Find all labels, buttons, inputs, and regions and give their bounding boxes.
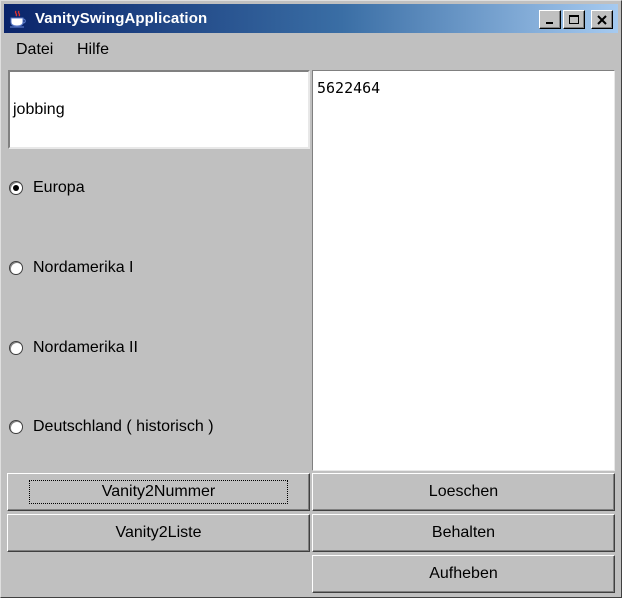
radio-deutschland-historisch[interactable]: Deutschland ( historisch )	[9, 416, 214, 438]
maximize-button[interactable]	[563, 10, 585, 29]
button-label: Vanity2Liste	[115, 524, 202, 541]
radio-nordamerika-1[interactable]: Nordamerika I	[9, 257, 133, 279]
radio-unchecked-icon	[9, 341, 23, 355]
radio-label: Nordamerika I	[33, 259, 134, 276]
radio-label: Europa	[33, 179, 85, 196]
vanity-input-field[interactable]: jobbing	[8, 70, 310, 149]
vanity-input-value: jobbing	[13, 101, 65, 118]
menu-datei[interactable]: Datei	[16, 41, 53, 59]
result-text-area[interactable]: 5622464	[312, 70, 615, 471]
menu-bar: Datei Hilfe	[4, 36, 618, 66]
button-label: Behalten	[431, 524, 496, 541]
result-text: 5622464	[317, 79, 381, 97]
button-label: Vanity2Nummer	[28, 480, 289, 504]
radio-checked-icon	[9, 181, 23, 195]
radio-label: Deutschland ( historisch )	[33, 418, 214, 435]
aufheben-button[interactable]: Aufheben	[312, 555, 615, 593]
vanity2nummer-button[interactable]: Vanity2Nummer	[7, 473, 310, 511]
button-label: Aufheben	[429, 565, 498, 582]
radio-unchecked-icon	[9, 420, 23, 434]
close-button[interactable]	[591, 10, 613, 29]
radio-nordamerika-2[interactable]: Nordamerika II	[9, 337, 138, 359]
title-bar[interactable]: VanitySwingApplication	[4, 4, 618, 33]
minimize-icon	[544, 14, 556, 26]
close-icon	[596, 14, 608, 26]
button-label: Loeschen	[428, 483, 499, 500]
maximize-icon	[568, 14, 580, 26]
vanity2liste-button[interactable]: Vanity2Liste	[7, 514, 310, 552]
application-window: VanitySwingApplication Datei Hilfe jobbi…	[0, 0, 622, 598]
window-title: VanitySwingApplication	[35, 10, 208, 27]
radio-europa[interactable]: Europa	[9, 177, 85, 199]
java-coffee-cup-icon[interactable]	[9, 10, 27, 28]
behalten-button[interactable]: Behalten	[312, 514, 615, 552]
radio-label: Nordamerika II	[33, 339, 138, 356]
radio-unchecked-icon	[9, 261, 23, 275]
menu-hilfe[interactable]: Hilfe	[77, 41, 109, 59]
loeschen-button[interactable]: Loeschen	[312, 473, 615, 511]
minimize-button[interactable]	[539, 10, 561, 29]
